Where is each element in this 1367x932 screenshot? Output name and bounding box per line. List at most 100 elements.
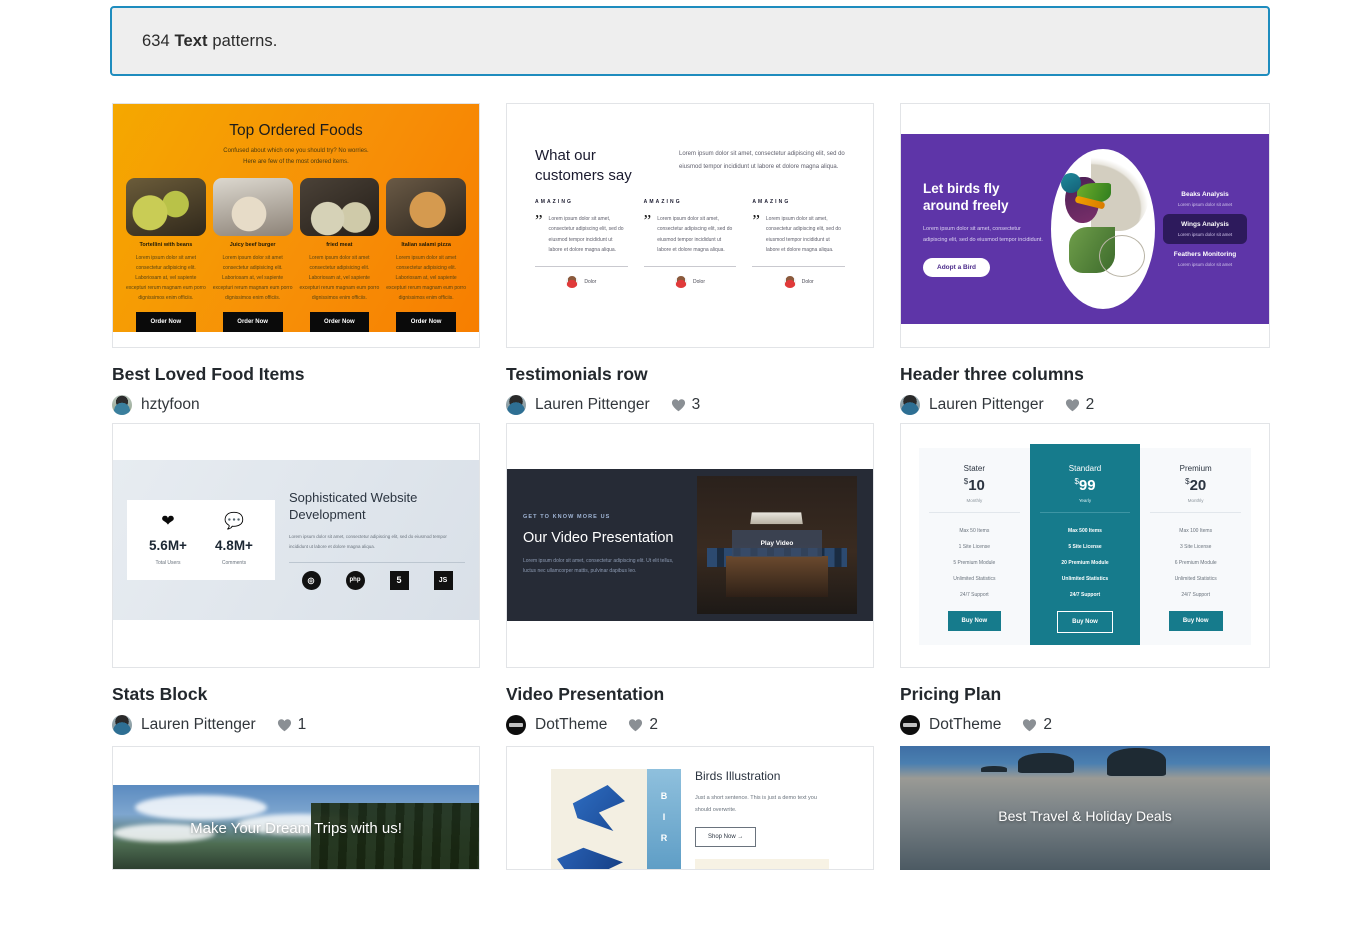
divider [929,512,1020,513]
bird-header-band: Let birds fly around freely Lorem ipsum … [901,134,1269,324]
birds-illustration-preview: B I R Birds Illustration Just a short se… [507,747,873,869]
pattern-card[interactable]: Stater $10 Monthly Max 50 Items 1 Site L… [900,423,1270,735]
travel-caption: Make Your Dream Trips with us! [190,820,402,838]
buy-now-button[interactable]: Buy Now [947,611,1002,631]
stats-card: ❤ 5.6M+ Total Users 💬 4.8M+ Comments [127,500,275,580]
strip-letter: I [662,812,666,822]
testimonial-quote: Lorem ipsum dolor sit amet, consectetur … [548,215,624,254]
pattern-title[interactable]: Header three columns [900,364,1270,385]
html5-logo-icon: 5 [389,570,409,590]
quote-icon: ” [643,210,652,230]
divider [535,265,628,267]
pattern-card[interactable]: ❤ 5.6M+ Total Users 💬 4.8M+ Comments Sop… [112,423,480,735]
pattern-meta: Best Loved Food Items hztyfoon [112,348,480,415]
like-count-group: 3 [671,396,700,414]
plan-feature: 1 Site License [958,544,991,550]
food-item: Tortellini with beans Lorem ipsum dolor … [126,177,206,332]
pattern-card[interactable]: Make Your Dream Trips with us! [112,746,480,870]
play-video-button[interactable]: Play Video [732,529,822,558]
order-now-button[interactable]: Order Now [309,311,370,332]
video-heading: Our Video Presentation [523,529,674,546]
order-now-button[interactable]: Order Now [136,311,196,332]
author-name[interactable]: Lauren Pittenger [535,396,650,414]
feature-beaks-analysis[interactable]: Beaks Analysis Lorem ipsum dolor sit ame… [1163,184,1247,214]
shop-now-button[interactable]: Shop Now → [695,827,757,848]
birds-letter-strip: B I R [647,769,681,869]
pattern-preview-dream-trips[interactable]: Make Your Dream Trips with us! [112,746,480,870]
pattern-card[interactable]: Best Travel & Holiday Deals [900,746,1270,870]
pattern-preview-best-loved-food-items[interactable]: Top Ordered Foods Confused about which o… [112,103,480,348]
pattern-preview-pricing-plan[interactable]: Stater $10 Monthly Max 50 Items 1 Site L… [900,423,1270,668]
author-name[interactable]: DotTheme [929,716,1001,734]
avatar [900,395,920,415]
stat-label: Total Users [155,560,181,566]
pattern-card[interactable]: GET TO KNOW MORE US Our Video Presentati… [506,423,874,735]
pattern-title[interactable]: Testimonials row [506,364,874,385]
pattern-preview-testimonials-row[interactable]: What our customers say Lorem ipsum dolor… [506,103,874,348]
order-now-button[interactable]: Order Now [396,311,456,332]
adopt-a-bird-button[interactable]: Adopt a Bird [923,258,990,278]
pattern-title[interactable]: Video Presentation [506,684,874,705]
heart-icon [1065,399,1079,412]
video-thumbnail[interactable]: Play Video [697,476,857,614]
pattern-card[interactable]: Top Ordered Foods Confused about which o… [112,103,480,415]
video-band: GET TO KNOW MORE US Our Video Presentati… [507,469,873,621]
order-now-button[interactable]: Order Now [222,311,283,332]
pattern-card[interactable]: B I R Birds Illustration Just a short se… [506,746,874,870]
feature-desc: Lorem ipsum dolor sit amet [1177,262,1233,267]
stats-heading: Sophisticated Website Development [289,490,418,523]
divider [1039,512,1131,513]
plan-price: $20 [1140,477,1251,494]
author-name[interactable]: Lauren Pittenger [929,396,1044,414]
pattern-meta: Pricing Plan DotTheme 2 [900,668,1270,735]
bird-shape [572,785,625,831]
plan-features: Max 100 Items 3 Site License 6 Premium M… [1140,523,1251,603]
quote-icon: ” [535,210,543,230]
pattern-preview-birds-illustration[interactable]: B I R Birds Illustration Just a short se… [506,746,874,870]
testimonials-header: What our customers say Lorem ipsum dolor… [535,146,845,187]
pattern-byline: DotTheme 2 [900,715,1270,735]
pattern-card[interactable]: What our customers say Lorem ipsum dolor… [506,103,874,415]
plan-amount: 99 [1078,477,1096,494]
feature-wings-analysis[interactable]: Wings Analysis Lorem ipsum dolor sit ame… [1163,214,1247,244]
food-item-desc: Lorem ipsum dolor sit amet consectetur a… [299,254,380,301]
pattern-preview-stats-block[interactable]: ❤ 5.6M+ Total Users 💬 4.8M+ Comments Sop… [112,423,480,668]
testimonial-column: AMAZING ” Lorem ipsum dolor sit amet, co… [752,199,846,288]
birds-secondary-image [695,859,829,869]
pattern-title[interactable]: Best Loved Food Items [112,364,480,385]
plan-features: Max 50 Items 1 Site License 5 Premium Mo… [919,523,1030,603]
plan-feature: Max 50 Items [959,528,990,534]
video-text-block: GET TO KNOW MORE US Our Video Presentati… [523,514,685,577]
js-logo-icon: JS [433,570,453,590]
pattern-byline: DotTheme 2 [506,715,874,735]
plan-feature: Unlimited Statistics [953,576,996,582]
patterns-count-banner: 634 Text patterns. [110,6,1270,76]
divider [643,265,737,267]
buy-now-button[interactable]: Buy Now [1057,611,1113,633]
pattern-preview-header-three-columns[interactable]: Let birds fly around freely Lorem ipsum … [900,103,1270,348]
pattern-title[interactable]: Pricing Plan [900,684,1270,705]
plan-feature: Unlimited Statistics [1061,576,1109,582]
plan-feature: 5 Site License [1068,544,1102,550]
pattern-title[interactable]: Stats Block [112,684,480,705]
author-name[interactable]: DotTheme [535,716,607,734]
avatar [112,715,132,735]
beach-caption: Best Travel & Holiday Deals [998,808,1172,824]
avatar [783,275,796,288]
author-name[interactable]: Lauren Pittenger [141,716,256,734]
bird-header-desc: Lorem ipsum dolor sit amet, consectetur … [923,226,1043,244]
testimonial-quote: Lorem ipsum dolor sit amet, consectetur … [657,215,733,254]
pattern-preview-best-travel-holiday-deals[interactable]: Best Travel & Holiday Deals [900,746,1270,870]
avatar [566,275,579,288]
pattern-card[interactable]: Let birds fly around freely Lorem ipsum … [900,103,1270,415]
pattern-byline: hztyfoon [112,395,480,415]
testimonial-quote-wrap: ” Lorem ipsum dolor sit amet, consectetu… [643,210,737,256]
pattern-meta: Testimonials row Lauren Pittenger 3 [506,348,874,415]
buy-now-button[interactable]: Buy Now [1168,611,1223,631]
strip-letter: B [660,791,668,801]
pattern-preview-video-presentation[interactable]: GET TO KNOW MORE US Our Video Presentati… [506,423,874,668]
quote-icon: ” [752,210,760,230]
testimonials-lead: Lorem ipsum dolor sit amet, consectetur … [679,151,845,171]
author-name[interactable]: hztyfoon [141,396,200,414]
feature-feathers-monitoring[interactable]: Feathers Monitoring Lorem ipsum dolor si… [1163,244,1247,274]
